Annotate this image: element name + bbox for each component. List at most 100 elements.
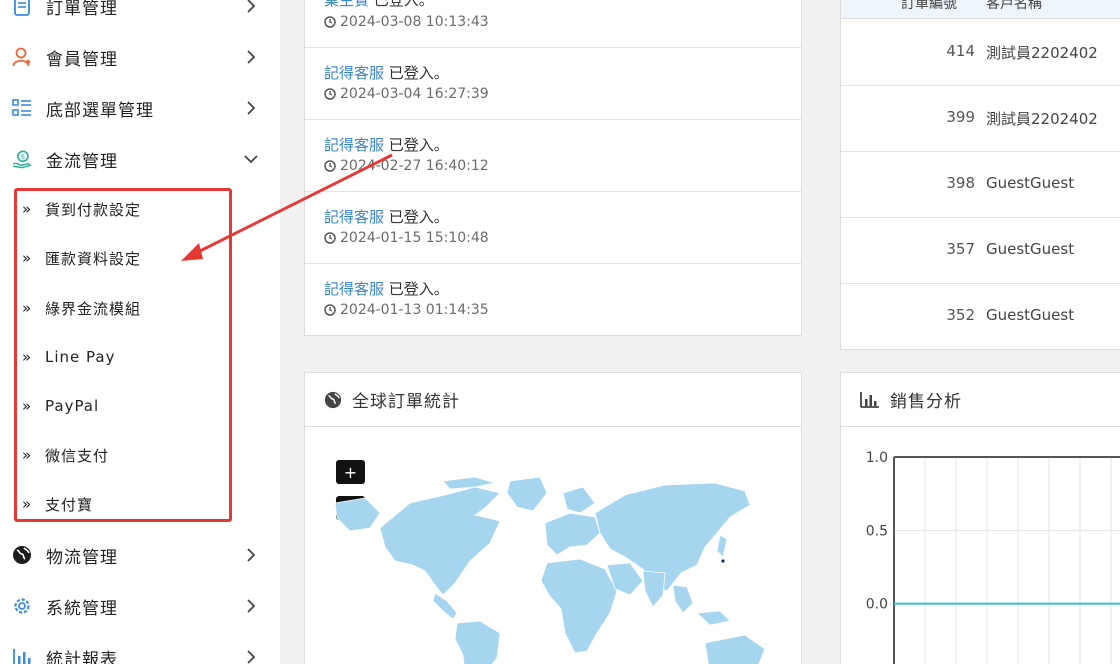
svg-text:$: $: [21, 152, 26, 161]
activity-time: 2024-01-13 01:14:35: [324, 302, 489, 318]
table-row[interactable]: 398 GuestGuest: [841, 152, 1120, 218]
sidebar-item-members[interactable]: 會員管理: [0, 32, 280, 82]
activity-user-link[interactable]: 記得客服: [324, 280, 384, 298]
list-icon: [12, 98, 32, 118]
activity-timestamp: 2024-03-08 10:13:43: [340, 14, 489, 30]
column-header-customer[interactable]: 客戶名稱: [986, 0, 1042, 13]
activity-timestamp: 2024-01-13 01:14:35: [340, 302, 489, 318]
sidebar: 訂單管理 會員管理 底部選單管理 $ 金流管理 » 貨到付款設定 » 匯款資料設…: [0, 0, 280, 664]
activity-timestamp: 2024-03-04 16:27:39: [340, 86, 489, 102]
y-tick-label: 0.5: [866, 523, 888, 539]
chevron-right-icon: [244, 50, 258, 64]
document-icon: [12, 0, 32, 16]
activity-row: 記得客服 已登入。 2024-02-27 16:40:12: [305, 120, 801, 192]
orders-table-header: 訂單編號 客戶名稱: [841, 0, 1120, 19]
activity-text: 記得客服 已登入。: [324, 278, 449, 299]
panel-header: 全球訂單統計: [305, 373, 801, 427]
activity-text: 業主實 已登入。: [324, 0, 434, 10]
panel-header: 銷售分析: [841, 373, 1120, 427]
gear-icon: [12, 596, 32, 616]
activity-time: 2024-01-15 15:10:48: [324, 230, 489, 246]
activity-timestamp: 2024-02-27 16:40:12: [340, 158, 489, 174]
sidebar-item-label: 統計報表: [46, 649, 118, 664]
highlight-box: [14, 188, 232, 522]
column-header-order-id[interactable]: 訂單編號: [901, 0, 957, 13]
activity-row: 記得客服 已登入。 2024-01-13 01:14:35: [305, 264, 801, 336]
activity-time: 2024-03-08 10:13:43: [324, 14, 489, 30]
bar-chart-icon: [12, 647, 32, 664]
sidebar-item-label: 系統管理: [46, 598, 118, 619]
customer-name: GuestGuest: [986, 240, 1075, 258]
sales-analysis-panel: 銷售分析 1.0 0.5 0.0: [840, 372, 1120, 664]
map-marker[interactable]: [721, 559, 725, 563]
order-id: 357: [946, 240, 975, 258]
activity-action: 已登入。: [369, 0, 434, 9]
clock-icon: [324, 16, 336, 28]
user-icon: [12, 47, 32, 67]
activity-timestamp: 2024-01-15 15:10:48: [340, 230, 489, 246]
clock-icon: [324, 88, 336, 100]
activity-panel: 業主實 已登入。 2024-03-08 10:13:43 記得客服 已登入。 2…: [304, 0, 802, 336]
clock-icon: [324, 160, 336, 172]
chevron-right-icon: [244, 599, 258, 613]
recent-orders-panel: 訂單編號 客戶名稱 414 測試員2202402 399 測試員2202402 …: [840, 0, 1120, 350]
chevron-right-icon: [244, 0, 258, 13]
customer-name: 測試員2202402: [986, 110, 1098, 128]
globe-icon: [12, 545, 32, 565]
y-tick-label: 0.0: [866, 597, 888, 613]
activity-text: 記得客服 已登入。: [324, 134, 449, 155]
activity-row: 記得客服 已登入。 2024-03-04 16:27:39: [305, 48, 801, 120]
activity-user-link[interactable]: 記得客服: [324, 208, 384, 226]
global-orders-map-panel: 全球訂單統計 + −: [304, 372, 802, 664]
sidebar-item-label: 底部選單管理: [46, 100, 154, 121]
order-id: 352: [946, 306, 975, 324]
sidebar-item-label: 金流管理: [46, 151, 118, 172]
chevron-right-icon: [244, 548, 258, 562]
order-id: 399: [946, 108, 975, 126]
activity-user-link[interactable]: 記得客服: [324, 136, 384, 154]
order-id: 414: [946, 42, 975, 60]
table-row[interactable]: 352 GuestGuest: [841, 284, 1120, 350]
clock-icon: [324, 232, 336, 244]
customer-name: GuestGuest: [986, 174, 1075, 192]
activity-user-link[interactable]: 記得客服: [324, 64, 384, 82]
activity-row: 業主實 已登入。 2024-03-08 10:13:43: [305, 0, 801, 48]
sidebar-item-label: 物流管理: [46, 547, 118, 568]
activity-user-link[interactable]: 業主實: [324, 0, 369, 9]
globe-icon: [324, 391, 342, 409]
sidebar-item-label: 會員管理: [46, 49, 118, 70]
table-row[interactable]: 399 測試員2202402: [841, 86, 1120, 152]
table-row[interactable]: 357 GuestGuest: [841, 218, 1120, 284]
y-tick-label: 1.0: [866, 450, 888, 466]
sidebar-item-footer-menu[interactable]: 底部選單管理: [0, 83, 280, 133]
customer-name: 測試員2202402: [986, 44, 1098, 62]
panel-title: 全球訂單統計: [352, 392, 460, 412]
sidebar-item-label: 訂單管理: [46, 0, 118, 19]
money-hand-icon: $: [12, 149, 32, 169]
activity-action: 已登入。: [384, 280, 449, 298]
bar-chart-icon: [860, 391, 880, 408]
activity-time: 2024-03-04 16:27:39: [324, 86, 489, 102]
panel-title: 銷售分析: [890, 392, 962, 412]
chevron-right-icon: [244, 650, 258, 664]
chevron-down-icon: [244, 152, 258, 166]
activity-action: 已登入。: [384, 136, 449, 154]
sidebar-item-reports[interactable]: 統計報表: [0, 632, 280, 664]
activity-row: 記得客服 已登入。 2024-01-15 15:10:48: [305, 192, 801, 264]
sidebar-item-system[interactable]: 系統管理: [0, 581, 280, 631]
customer-name: GuestGuest: [986, 306, 1075, 324]
activity-action: 已登入。: [384, 208, 449, 226]
sales-line-chart[interactable]: 1.0 0.5 0.0: [841, 427, 1120, 664]
sidebar-item-logistics[interactable]: 物流管理: [0, 530, 280, 580]
activity-time: 2024-02-27 16:40:12: [324, 158, 489, 174]
world-map[interactable]: [325, 473, 785, 664]
sidebar-item-payment[interactable]: $ 金流管理: [0, 134, 280, 184]
sidebar-item-orders[interactable]: 訂單管理: [0, 0, 280, 31]
activity-text: 記得客服 已登入。: [324, 206, 449, 227]
activity-text: 記得客服 已登入。: [324, 62, 449, 83]
table-row[interactable]: 414 測試員2202402: [841, 20, 1120, 86]
chevron-right-icon: [244, 101, 258, 115]
order-id: 398: [946, 174, 975, 192]
clock-icon: [324, 304, 336, 316]
activity-action: 已登入。: [384, 64, 449, 82]
